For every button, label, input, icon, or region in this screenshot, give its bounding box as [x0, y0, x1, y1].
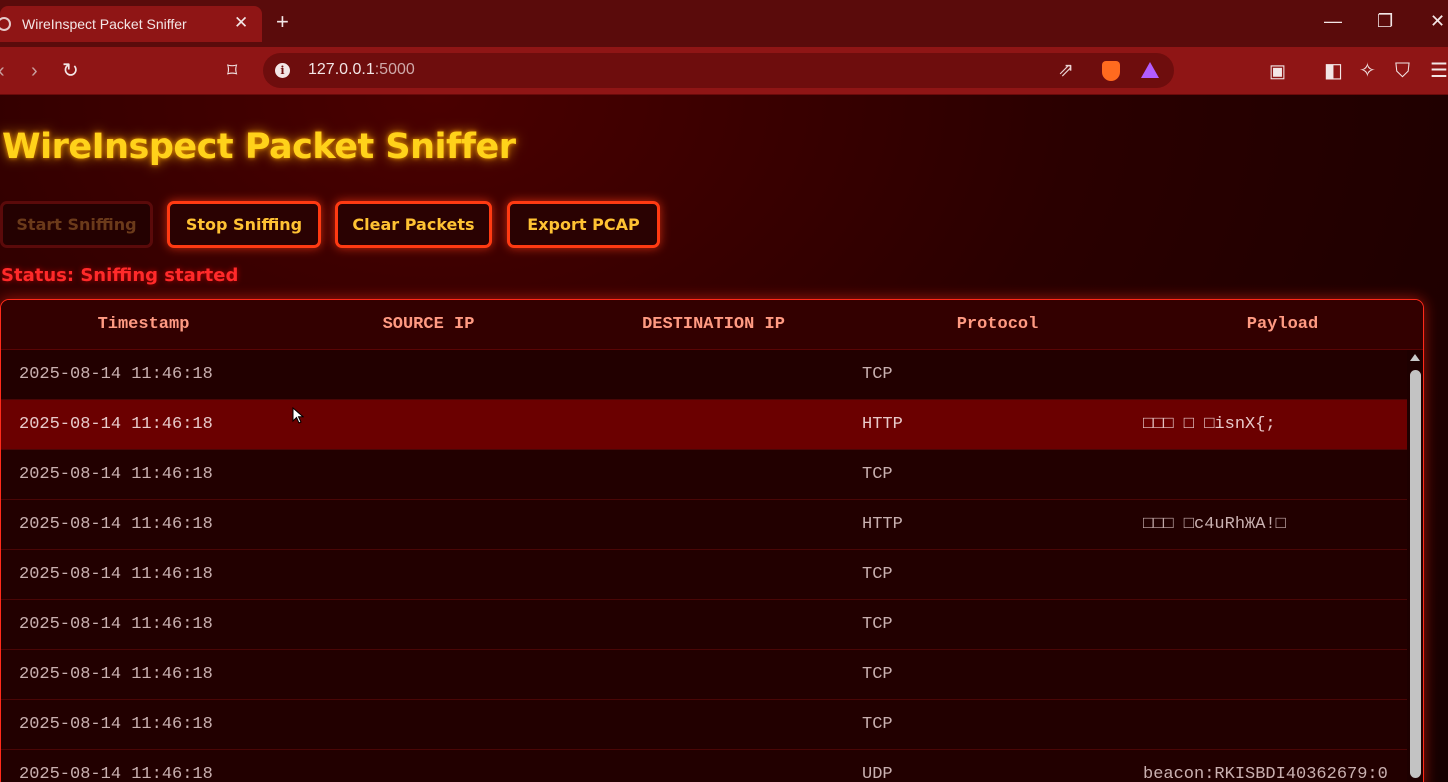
sidebar-icon[interactable]: ◧: [1324, 59, 1343, 83]
globe-icon: [0, 17, 11, 31]
cell-timestamp: 2025-08-14 11:46:18: [19, 715, 213, 734]
mouse-cursor-icon: [292, 407, 304, 424]
cell-payload: beacon:RKISBDI40362679:0: [1143, 765, 1388, 782]
wallet-icon[interactable]: ▣: [1269, 59, 1286, 83]
status-text: Status: Sniffing started: [1, 265, 239, 286]
table-row[interactable]: 2025-08-14 11:46:18 TCP: [1, 650, 1407, 700]
url-text[interactable]: 127.0.0.1:5000: [308, 61, 415, 79]
table-row[interactable]: 2025-08-14 11:46:18 TCP: [1, 350, 1407, 400]
cell-protocol: TCP: [862, 465, 893, 484]
packet-table: Timestamp SOURCE IP DESTINATION IP Proto…: [0, 299, 1424, 782]
new-tab-button[interactable]: +: [276, 11, 289, 33]
header-payload: Payload: [1246, 315, 1319, 334]
cell-timestamp: 2025-08-14 11:46:18: [19, 615, 213, 634]
cell-timestamp: 2025-08-14 11:46:18: [19, 665, 213, 684]
export-pcap-button[interactable]: Export PCAP: [507, 201, 660, 248]
header-protocol: Protocol: [956, 315, 1039, 334]
cell-protocol: HTTP: [862, 415, 903, 434]
cell-timestamp: 2025-08-14 11:46:18: [19, 515, 213, 534]
brave-shields-icon[interactable]: [1102, 61, 1120, 81]
table-row[interactable]: 2025-08-14 11:46:18 TCP: [1, 450, 1407, 500]
bookmark-icon[interactable]: ⌑: [227, 59, 237, 83]
header-source-ip: SOURCE IP: [382, 315, 475, 334]
menu-icon[interactable]: ☰: [1430, 59, 1448, 83]
cell-protocol: TCP: [862, 615, 893, 634]
cell-protocol: TCP: [862, 665, 893, 684]
leo-ai-icon[interactable]: ✧: [1359, 59, 1376, 83]
table-scrollbar[interactable]: [1407, 350, 1423, 782]
cell-protocol: TCP: [862, 565, 893, 584]
minimize-button[interactable]: —: [1324, 10, 1342, 32]
browser-toolbar: ‹ › ↻ ⌑ i 127.0.0.1:5000 ⇗ ▣ ◧ ✧ ⛉ ☰: [0, 47, 1448, 95]
table-row[interactable]: 2025-08-14 11:46:18 HTTP □□□ □c4uRhЖA!□: [1, 500, 1407, 550]
clear-packets-button[interactable]: Clear Packets: [335, 201, 492, 248]
scrollbar-thumb[interactable]: [1410, 370, 1421, 778]
address-bar[interactable]: i 127.0.0.1:5000 ⇗: [263, 53, 1174, 88]
cell-protocol: UDP: [862, 765, 893, 782]
cell-payload: □□□ □ □isnX{;: [1143, 415, 1276, 434]
table-header: Timestamp SOURCE IP DESTINATION IP Proto…: [1, 300, 1423, 350]
cell-timestamp: 2025-08-14 11:46:18: [19, 765, 213, 782]
app-page: WireInspect Packet Sniffer Start Sniffin…: [0, 95, 1448, 782]
header-timestamp: Timestamp: [97, 315, 190, 334]
reload-icon[interactable]: ↻: [62, 59, 79, 83]
header-destination-ip: DESTINATION IP: [642, 315, 785, 334]
cell-protocol: TCP: [862, 715, 893, 734]
table-row[interactable]: 2025-08-14 11:46:18 HTTP □□□ □ □isnX{;: [1, 400, 1407, 450]
table-row[interactable]: 2025-08-14 11:46:18 UDP beacon:RKISBDI40…: [1, 750, 1407, 782]
cell-timestamp: 2025-08-14 11:46:18: [19, 365, 213, 384]
forward-icon[interactable]: ›: [31, 59, 38, 83]
table-row[interactable]: 2025-08-14 11:46:18 TCP: [1, 700, 1407, 750]
table-row[interactable]: 2025-08-14 11:46:18 TCP: [1, 600, 1407, 650]
cell-protocol: HTTP: [862, 515, 903, 534]
table-row[interactable]: 2025-08-14 11:46:18 TCP: [1, 550, 1407, 600]
page-title: WireInspect Packet Sniffer: [2, 127, 516, 167]
close-window-button[interactable]: ✕: [1430, 10, 1445, 32]
restore-button[interactable]: ❐: [1377, 10, 1393, 32]
cell-timestamp: 2025-08-14 11:46:18: [19, 415, 213, 434]
scroll-up-icon[interactable]: [1410, 354, 1420, 361]
browser-tab[interactable]: WireInspect Packet Sniffer ✕: [0, 6, 262, 42]
cell-protocol: TCP: [862, 365, 893, 384]
share-icon[interactable]: ⇗: [1058, 59, 1074, 82]
brave-rewards-icon[interactable]: [1141, 62, 1159, 78]
stop-sniffing-button[interactable]: Stop Sniffing: [167, 201, 321, 248]
cell-timestamp: 2025-08-14 11:46:18: [19, 565, 213, 584]
back-icon[interactable]: ‹: [0, 59, 5, 83]
vpn-shield-icon[interactable]: ⛉: [1395, 59, 1410, 83]
cell-timestamp: 2025-08-14 11:46:18: [19, 465, 213, 484]
cell-payload: □□□ □c4uRhЖA!□: [1143, 515, 1286, 534]
start-sniffing-button[interactable]: Start Sniffing: [0, 201, 153, 248]
close-tab-icon[interactable]: ✕: [234, 12, 248, 34]
tab-title: WireInspect Packet Sniffer: [22, 16, 187, 32]
browser-tab-bar: WireInspect Packet Sniffer ✕ + — ❐ ✕: [0, 0, 1448, 47]
site-info-icon[interactable]: i: [275, 63, 290, 78]
